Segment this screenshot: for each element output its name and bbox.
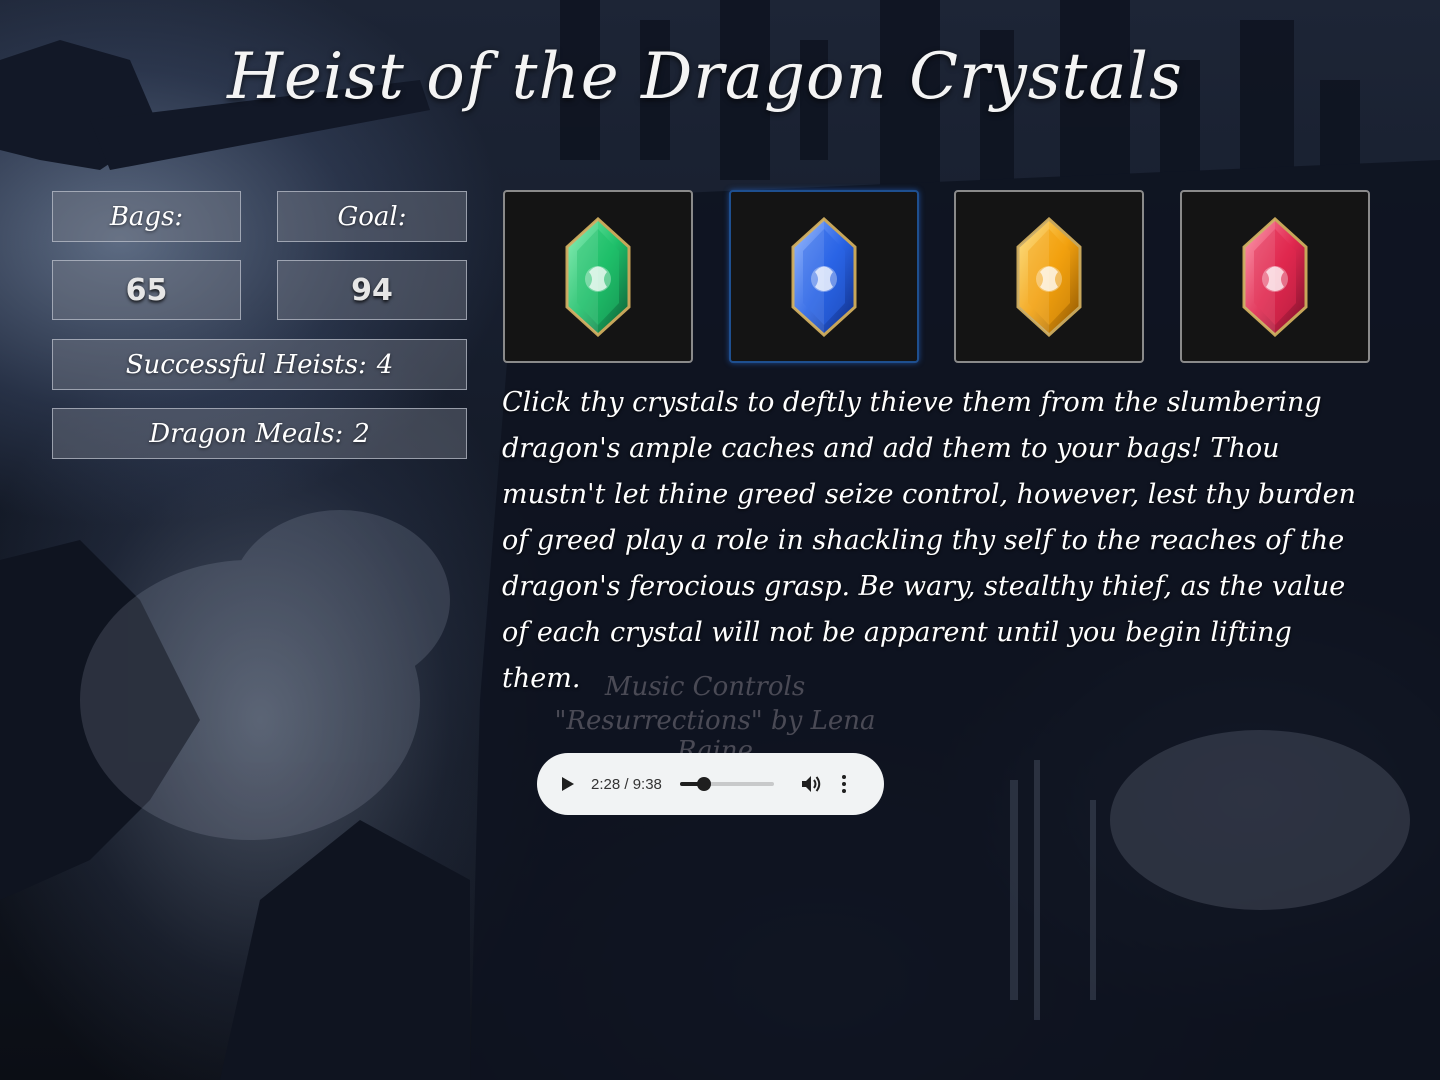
goal-label: Goal:	[337, 201, 407, 232]
game-title: Heist of the Dragon Crystals	[227, 40, 1183, 114]
audio-player: 2:28 / 9:38	[537, 753, 884, 815]
instructions-text: Click thy crystals to deftly thieve them…	[502, 387, 1356, 694]
green-crystal-icon	[565, 216, 631, 337]
goal-value-box: 94	[277, 260, 467, 320]
blue-crystal-icon	[791, 216, 857, 337]
goal-value: 94	[351, 272, 393, 308]
successful-heists-box: Successful Heists: 4	[52, 339, 467, 390]
more-options-icon	[841, 775, 846, 779]
crystal-card-yellow[interactable]	[954, 190, 1144, 363]
crystal-card-red[interactable]	[1180, 190, 1370, 363]
crystal-card-blue[interactable]	[729, 190, 919, 363]
seek-thumb[interactable]	[696, 777, 711, 791]
dragon-meals-box: Dragon Meals: 2	[52, 408, 467, 459]
dragon-meals-value: 2	[353, 418, 370, 449]
dragon-meals-label: Dragon Meals:	[149, 418, 344, 449]
bags-value: 65	[125, 272, 168, 308]
bags-label-box: Bags:	[52, 191, 241, 242]
red-crystal-icon	[1242, 216, 1308, 337]
bags-value-box: 65	[52, 260, 241, 320]
successful-heists-label: Successful Heists:	[125, 349, 367, 380]
more-options-button[interactable]	[838, 772, 850, 796]
yellow-crystal-icon	[1016, 216, 1082, 337]
bags-label: Bags:	[109, 201, 184, 232]
successful-heists-value: 4	[376, 349, 394, 380]
volume-icon	[801, 776, 821, 792]
seek-slider[interactable]	[679, 777, 774, 791]
play-icon	[562, 777, 574, 791]
play-button[interactable]	[557, 773, 579, 795]
goal-label-box: Goal:	[277, 191, 467, 242]
volume-button[interactable]	[800, 772, 824, 796]
crystal-card-green[interactable]	[503, 190, 693, 363]
music-controls-heading: Music Controls	[604, 672, 806, 702]
time-display: 2:28 / 9:38	[591, 775, 662, 793]
